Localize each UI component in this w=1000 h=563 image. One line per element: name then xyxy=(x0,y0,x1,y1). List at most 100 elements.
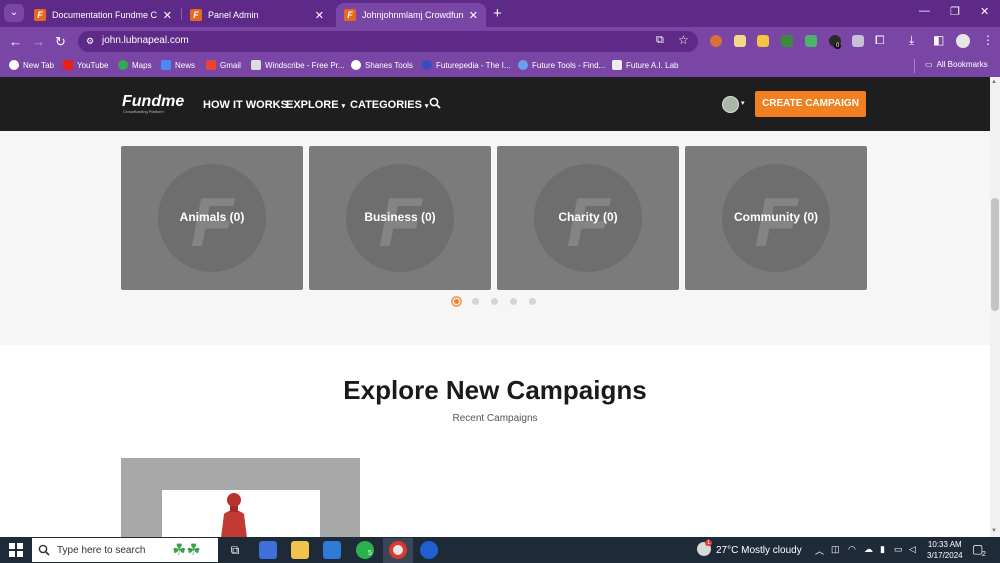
chevron-down-icon[interactable]: ▾ xyxy=(741,99,745,107)
microphone-icon[interactable]: ▮ xyxy=(880,544,885,555)
close-tab-icon[interactable]: ✕ xyxy=(469,9,478,22)
category-label: Charity (0) xyxy=(558,210,618,224)
category-card-business[interactable]: F Business (0) xyxy=(309,146,491,290)
volume-icon[interactable]: ◁ xyxy=(909,544,916,555)
zoom-icon[interactable] xyxy=(420,541,438,559)
bookmark-shanes-tools[interactable]: Shanes Tools xyxy=(351,60,413,70)
folder-icon: ▭ xyxy=(925,60,933,69)
close-window-icon[interactable]: ✕ xyxy=(980,5,989,18)
category-label: Animals (0) xyxy=(179,210,245,224)
bookmark-futurepedia[interactable]: Futurepedia - The I... xyxy=(422,60,511,70)
close-tab-icon[interactable]: ✕ xyxy=(163,9,172,22)
windows-start-icon[interactable] xyxy=(9,543,23,557)
tab-panel-admin[interactable]: F Panel Admin ✕ xyxy=(182,3,332,27)
all-bookmarks-folder[interactable]: ▭ All Bookmarks xyxy=(925,60,988,69)
site-info-icon[interactable]: ⚙ xyxy=(86,36,94,47)
chevron-down-icon: ▾ xyxy=(424,103,429,110)
side-panel-icon[interactable]: ◧ xyxy=(933,33,944,47)
category-label: Community (0) xyxy=(734,210,818,224)
close-tab-icon[interactable]: ✕ xyxy=(315,9,324,22)
restore-icon[interactable]: ❐ xyxy=(950,5,960,18)
futurepedia-icon xyxy=(422,60,432,70)
bookmark-news[interactable]: News xyxy=(161,60,195,70)
mail-icon[interactable] xyxy=(323,541,341,559)
extension-icon[interactable] xyxy=(734,35,746,47)
weather-text[interactable]: 27°C Mostly cloudy xyxy=(716,545,802,556)
scrollbar-thumb[interactable] xyxy=(991,198,999,311)
category-card-community[interactable]: F Community (0) xyxy=(685,146,867,290)
chevron-up-icon[interactable]: ︿ xyxy=(815,544,824,557)
onedrive-icon[interactable]: ☁ xyxy=(864,544,873,555)
fundme-favicon-icon: F xyxy=(34,9,46,21)
nav-explore[interactable]: EXPLORE ▾ xyxy=(286,99,345,111)
meet-now-icon[interactable]: ◫ xyxy=(831,544,840,555)
tab-documentation[interactable]: F Documentation Fundme Crowdf ✕ xyxy=(26,3,180,27)
tab-crowdfunding[interactable]: F Johnjohnmlamj Crowdfunding | ✕ xyxy=(336,3,486,27)
bookmark-future-ai-lab[interactable]: Future A.I. Lab xyxy=(612,60,678,70)
extension-icon[interactable] xyxy=(781,35,793,47)
tab-title: Johnjohnmlamj Crowdfunding | xyxy=(362,10,463,20)
minimize-icon[interactable]: — xyxy=(919,5,930,17)
chevron-down-icon: ▾ xyxy=(341,103,346,110)
bookmark-future-tools[interactable]: Future Tools - Find... xyxy=(518,60,605,70)
store-icon[interactable] xyxy=(259,541,277,559)
taskbar-clock[interactable]: 10:33 AM 3/17/2024 xyxy=(927,539,963,561)
nav-how-it-works[interactable]: HOW IT WORKS xyxy=(203,99,288,111)
bookmark-youtube[interactable]: YouTube xyxy=(63,60,108,70)
extensions-puzzle-icon[interactable]: ⧠ xyxy=(875,33,885,48)
category-card-animals[interactable]: F Animals (0) xyxy=(121,146,303,290)
download-icon[interactable]: ⤓ xyxy=(909,33,914,48)
carousel-dot[interactable] xyxy=(529,298,536,305)
file-explorer-icon[interactable] xyxy=(291,541,309,559)
category-card-charity[interactable]: F Charity (0) xyxy=(497,146,679,290)
bookmark-star-icon[interactable]: ☆ xyxy=(678,33,689,47)
bookmarks-divider xyxy=(914,59,915,73)
user-avatar[interactable] xyxy=(722,96,739,113)
search-icon xyxy=(38,543,50,561)
fundme-favicon-icon: F xyxy=(190,9,202,21)
extension-icon[interactable] xyxy=(710,35,722,47)
bookmark-gmail[interactable]: Gmail xyxy=(206,60,241,70)
network-icon[interactable]: ◠ xyxy=(848,544,856,555)
battery-icon[interactable]: ▭ xyxy=(894,544,903,555)
reload-icon[interactable]: ↻ xyxy=(55,34,66,50)
tab-search-button[interactable]: ⌄ xyxy=(4,4,24,22)
back-arrow-icon[interactable]: ← xyxy=(9,34,22,49)
carousel-dot-active[interactable] xyxy=(451,296,462,307)
profile-avatar-icon[interactable] xyxy=(956,34,970,48)
install-app-icon[interactable]: ⧉ xyxy=(656,34,664,47)
whatsapp-badge: 5 xyxy=(368,550,372,557)
create-campaign-button[interactable]: CREATE CAMPAIGN xyxy=(755,91,866,117)
future-ai-lab-icon xyxy=(612,60,622,70)
nav-categories[interactable]: CATEGORIES ▾ xyxy=(350,99,428,111)
chrome-icon[interactable] xyxy=(389,541,407,559)
globe-icon xyxy=(351,60,361,70)
new-tab-plus-icon[interactable]: + xyxy=(493,5,502,22)
url-text[interactable]: john.lubnapeal.com xyxy=(102,35,189,46)
bookmark-new-tab[interactable]: New Tab xyxy=(9,60,54,70)
extension-icon[interactable] xyxy=(757,35,769,47)
category-label: Business (0) xyxy=(364,210,436,224)
forward-arrow-icon[interactable]: → xyxy=(32,34,45,49)
carousel-dot[interactable] xyxy=(472,298,479,305)
taskbar-search-placeholder: Type here to search xyxy=(57,545,146,556)
scroll-up-arrow-icon[interactable]: ▲ xyxy=(991,79,997,85)
search-icon[interactable] xyxy=(429,97,441,112)
bookmark-windscribe[interactable]: Windscribe - Free Pr... xyxy=(251,60,345,70)
logo-tagline: Crowdfunding Platform xyxy=(123,109,164,114)
person-figure-icon xyxy=(213,492,255,538)
clock-date: 3/17/2024 xyxy=(927,551,963,560)
gmail-icon xyxy=(206,60,216,70)
section-subtitle: Recent Campaigns xyxy=(452,413,538,424)
extension-icon[interactable] xyxy=(805,35,817,47)
notification-count: 2 xyxy=(982,551,986,558)
carousel-dot[interactable] xyxy=(491,298,498,305)
menu-kebab-icon[interactable]: ⋮ xyxy=(982,33,994,47)
news-icon xyxy=(161,60,171,70)
task-view-icon[interactable]: ⧉ xyxy=(226,541,244,559)
camera-extension-icon[interactable] xyxy=(852,35,864,47)
bookmark-maps[interactable]: Maps xyxy=(118,60,152,70)
carousel-dot[interactable] xyxy=(510,298,517,305)
youtube-icon xyxy=(63,60,73,70)
scroll-down-arrow-icon[interactable]: ▼ xyxy=(991,528,997,534)
